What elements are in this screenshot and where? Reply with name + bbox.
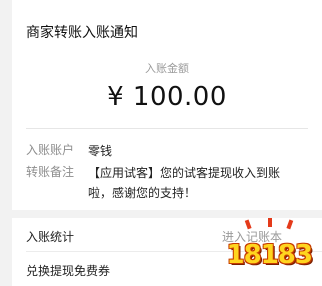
divider	[26, 128, 308, 129]
watermark-text: 18183	[226, 240, 313, 270]
amount-label: 入账金额	[145, 62, 189, 75]
amount-value: ¥ 100.00	[107, 82, 227, 112]
voucher-item[interactable]: 兑换提现免费券	[26, 262, 110, 279]
section-gap	[12, 210, 322, 218]
detail-key: 转账备注	[26, 165, 75, 179]
detail-key: 入账账户	[26, 143, 75, 157]
detail-value: 零钱	[88, 144, 113, 158]
notification-title: 商家转账入账通知	[26, 25, 138, 41]
detail-value: 【应用试客】您的试客提现收入到账啦，感谢您的支持！	[88, 166, 281, 200]
stats-label[interactable]: 入账统计	[26, 228, 74, 245]
